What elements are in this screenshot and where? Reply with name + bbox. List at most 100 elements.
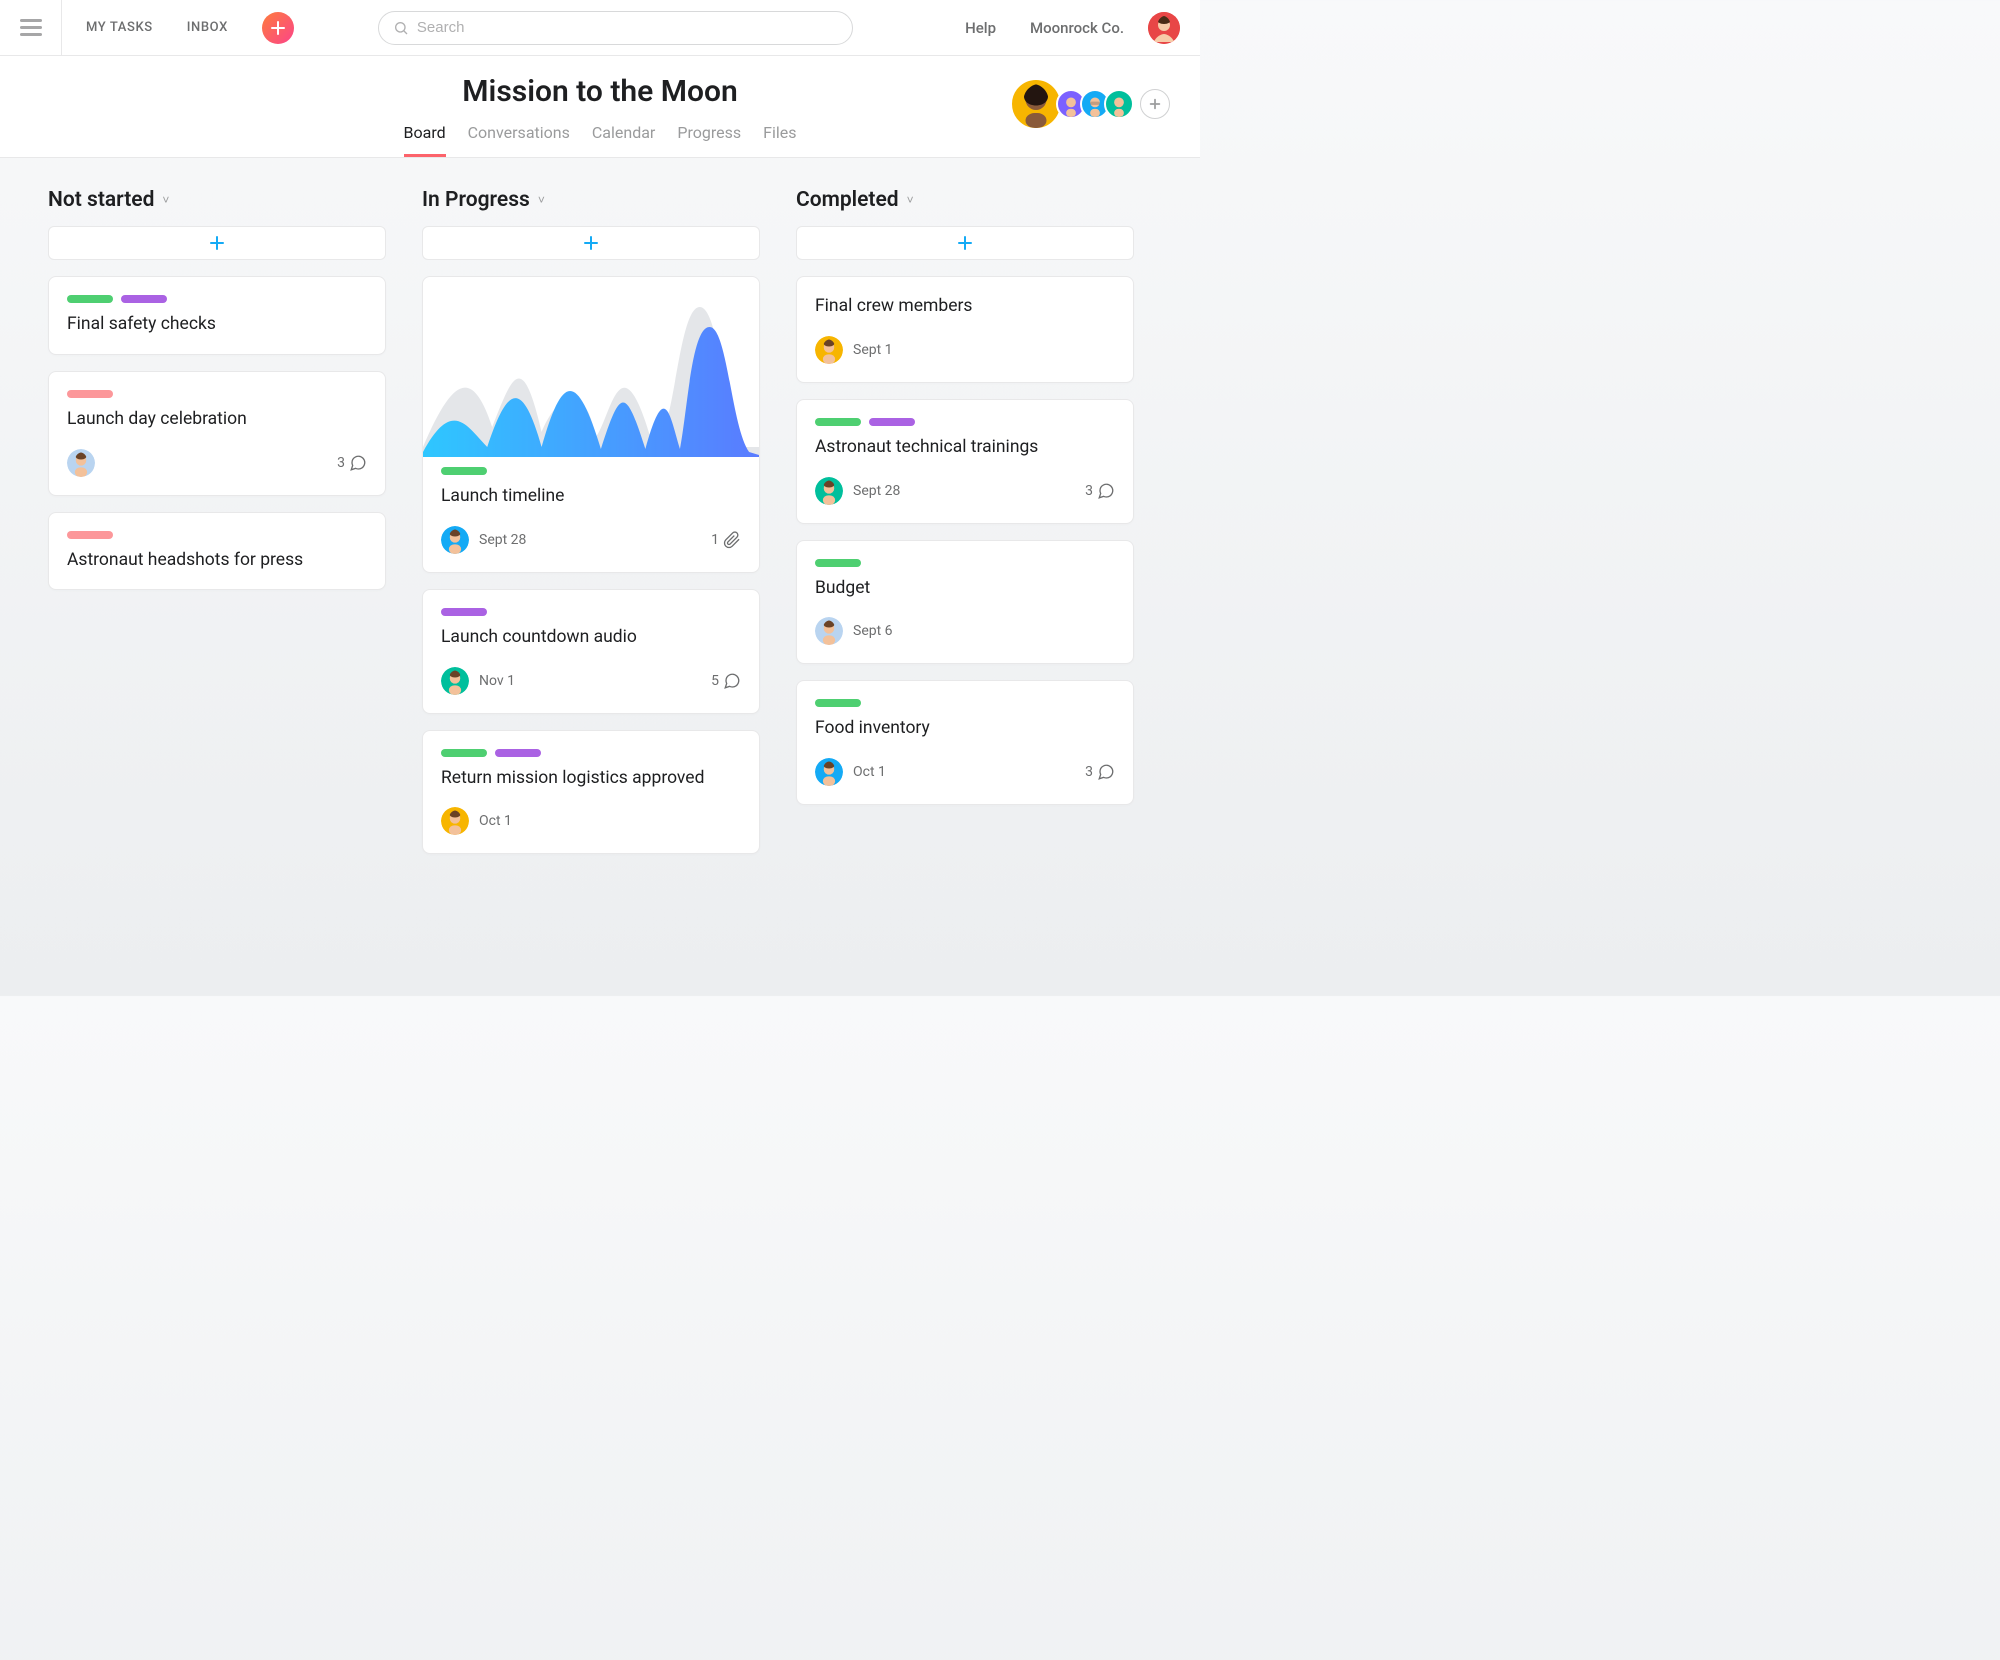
card-tags <box>815 559 1115 567</box>
tab-files[interactable]: Files <box>763 123 796 157</box>
tag-green <box>441 749 487 757</box>
task-card[interactable]: Budget Sept 6 <box>796 540 1134 665</box>
nav-my-tasks[interactable]: MY TASKS <box>76 20 163 35</box>
card-tags <box>815 418 1115 426</box>
card-footer: Sept 283 <box>815 477 1115 505</box>
tag-green <box>67 295 113 303</box>
nav-inbox[interactable]: INBOX <box>177 20 238 35</box>
task-card[interactable]: Food inventory Oct 13 <box>796 680 1134 805</box>
project-header: Mission to the Moon Board Conversations … <box>0 56 1200 158</box>
task-card[interactable]: Final safety checks <box>48 276 386 355</box>
task-card[interactable]: Launch timeline Sept 28 1 <box>422 276 760 573</box>
search-field[interactable] <box>378 11 853 45</box>
plus-icon <box>209 235 225 251</box>
column-header[interactable]: In Progress ˅ <box>422 188 760 212</box>
board: Not started ˅ Final safety checks Launch … <box>0 158 1200 900</box>
chevron-down-icon: ˅ <box>162 193 169 207</box>
global-create-button[interactable] <box>262 12 294 44</box>
card-title: Budget <box>815 577 1115 600</box>
assignee-avatar[interactable] <box>441 526 469 554</box>
search-input[interactable] <box>417 19 838 36</box>
tab-calendar[interactable]: Calendar <box>592 123 655 157</box>
tag-purple <box>495 749 541 757</box>
card-footer: Sept 6 <box>815 617 1115 645</box>
card-title: Food inventory <box>815 717 1115 740</box>
card-title: Astronaut headshots for press <box>67 549 367 572</box>
column-header[interactable]: Completed ˅ <box>796 188 1134 212</box>
card-title: Launch day celebration <box>67 408 367 431</box>
nav-org[interactable]: Moonrock Co. <box>1020 19 1134 37</box>
tab-progress[interactable]: Progress <box>677 123 741 157</box>
profile-avatar[interactable] <box>1148 12 1180 44</box>
due-date: Sept 1 <box>853 342 893 358</box>
card-title: Return mission logistics approved <box>441 767 741 790</box>
comment-count: 5 <box>711 672 741 690</box>
assignee-avatar[interactable] <box>815 477 843 505</box>
sidebar-toggle-wrap <box>0 0 62 55</box>
search-icon <box>393 20 409 36</box>
card-tags <box>441 608 741 616</box>
tab-conversations[interactable]: Conversations <box>468 123 570 157</box>
board-column: Not started ˅ Final safety checks Launch … <box>48 188 386 870</box>
card-title: Launch countdown audio <box>441 626 741 649</box>
plus-icon <box>957 235 973 251</box>
assignee-avatar[interactable] <box>815 617 843 645</box>
column-title: Not started <box>48 188 154 212</box>
project-tabs: Board Conversations Calendar Progress Fi… <box>30 123 1170 157</box>
due-date: Oct 1 <box>479 813 512 829</box>
column-title: In Progress <box>422 188 530 212</box>
card-tags <box>67 295 367 303</box>
plus-icon <box>583 235 599 251</box>
board-column: Completed ˅ Final crew members Sept 1 Astr… <box>796 188 1134 870</box>
due-date: Nov 1 <box>479 673 515 689</box>
task-card[interactable]: Final crew members Sept 1 <box>796 276 1134 383</box>
tab-board[interactable]: Board <box>404 123 446 157</box>
member-avatar[interactable] <box>1010 78 1062 130</box>
task-card[interactable]: Astronaut technical trainings Sept 283 <box>796 399 1134 524</box>
card-footer: Sept 28 1 <box>441 526 741 554</box>
card-tags <box>67 390 367 398</box>
card-footer: Oct 1 <box>441 807 741 835</box>
member-avatar[interactable] <box>1104 89 1134 119</box>
card-title: Launch timeline <box>441 485 741 508</box>
chevron-down-icon: ˅ <box>907 193 914 207</box>
add-task-button[interactable] <box>796 226 1134 260</box>
assignee-avatar[interactable] <box>441 807 469 835</box>
due-date: Sept 28 <box>479 532 526 548</box>
card-tags <box>441 749 741 757</box>
project-members <box>1010 78 1170 130</box>
task-card[interactable]: Return mission logistics approved Oct 1 <box>422 730 760 855</box>
search-wrap <box>378 11 853 45</box>
add-task-button[interactable] <box>422 226 760 260</box>
card-footer: Oct 13 <box>815 758 1115 786</box>
comment-count: 3 <box>1085 763 1115 781</box>
add-member-button[interactable] <box>1140 89 1170 119</box>
assignee-avatar[interactable] <box>815 758 843 786</box>
attachment-count: 1 <box>711 531 741 549</box>
assignee-avatar[interactable] <box>67 449 95 477</box>
tag-green <box>815 418 861 426</box>
task-card[interactable]: Astronaut headshots for press <box>48 512 386 591</box>
hamburger-icon[interactable] <box>20 19 42 36</box>
add-task-button[interactable] <box>48 226 386 260</box>
card-title: Final crew members <box>815 295 1115 318</box>
assignee-avatar[interactable] <box>815 336 843 364</box>
tag-green <box>815 699 861 707</box>
top-nav: MY TASKS INBOX Help Moonrock Co. <box>0 0 1200 56</box>
card-title: Astronaut technical trainings <box>815 436 1115 459</box>
task-card[interactable]: Launch countdown audio Nov 1 5 <box>422 589 760 714</box>
chevron-down-icon: ˅ <box>538 193 545 207</box>
comment-count: 3 <box>1085 482 1115 500</box>
tag-green <box>441 467 487 475</box>
board-column: In Progress ˅ Launch timelineSept 281Lau… <box>422 188 760 870</box>
column-title: Completed <box>796 188 899 212</box>
card-tags <box>67 531 367 539</box>
card-cover-chart <box>423 277 759 457</box>
card-footer: Sept 1 <box>815 336 1115 364</box>
tag-green <box>815 559 861 567</box>
task-card[interactable]: Launch day celebration3 <box>48 371 386 496</box>
tag-purple <box>869 418 915 426</box>
assignee-avatar[interactable] <box>441 667 469 695</box>
column-header[interactable]: Not started ˅ <box>48 188 386 212</box>
nav-help[interactable]: Help <box>955 19 1006 37</box>
